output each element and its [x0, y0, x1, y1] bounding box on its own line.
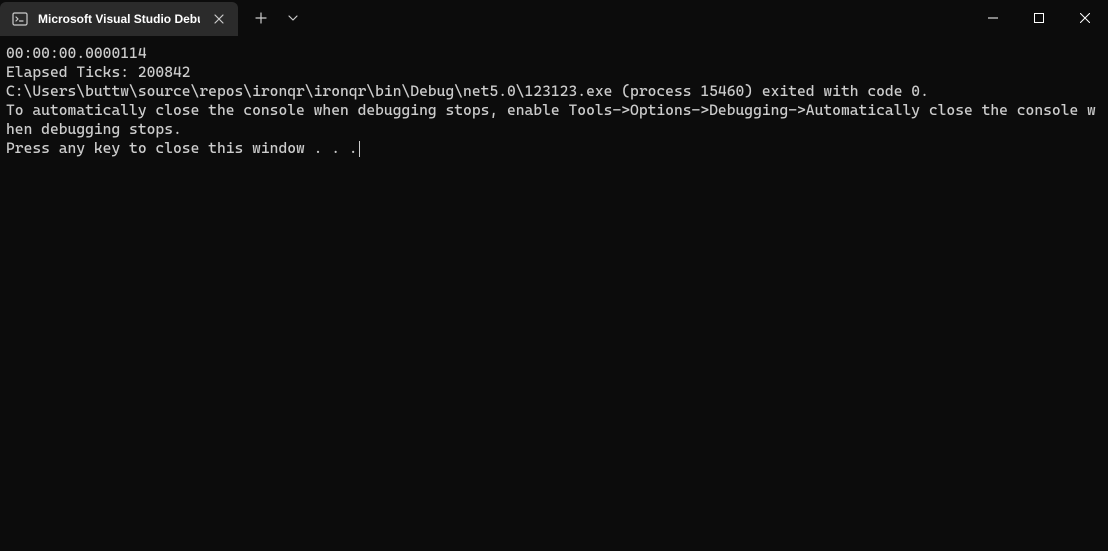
output-line: Press any key to close this window . . .	[6, 139, 358, 157]
output-line: 00:00:00.0000114	[6, 44, 1102, 63]
tab-dropdown-button[interactable]	[278, 0, 308, 36]
new-tab-button[interactable]	[244, 0, 278, 36]
window-controls	[970, 0, 1108, 36]
text-cursor	[359, 141, 360, 157]
output-line: Elapsed Ticks: 200842	[6, 63, 1102, 82]
close-button[interactable]	[1062, 0, 1108, 36]
tab-area: Microsoft Visual Studio Debug	[0, 0, 308, 36]
tab-active[interactable]: Microsoft Visual Studio Debug	[0, 2, 238, 36]
console-output[interactable]: 00:00:00.0000114Elapsed Ticks: 200842C:\…	[0, 36, 1108, 551]
output-line: To automatically close the console when …	[6, 101, 1102, 139]
minimize-button[interactable]	[970, 0, 1016, 36]
tab-close-button[interactable]	[210, 10, 228, 28]
maximize-button[interactable]	[1016, 0, 1062, 36]
tab-title: Microsoft Visual Studio Debug	[38, 12, 200, 26]
titlebar: Microsoft Visual Studio Debug	[0, 0, 1108, 36]
terminal-icon	[12, 11, 28, 27]
output-line: C:\Users\buttw\source\repos\ironqr\ironq…	[6, 82, 1102, 101]
